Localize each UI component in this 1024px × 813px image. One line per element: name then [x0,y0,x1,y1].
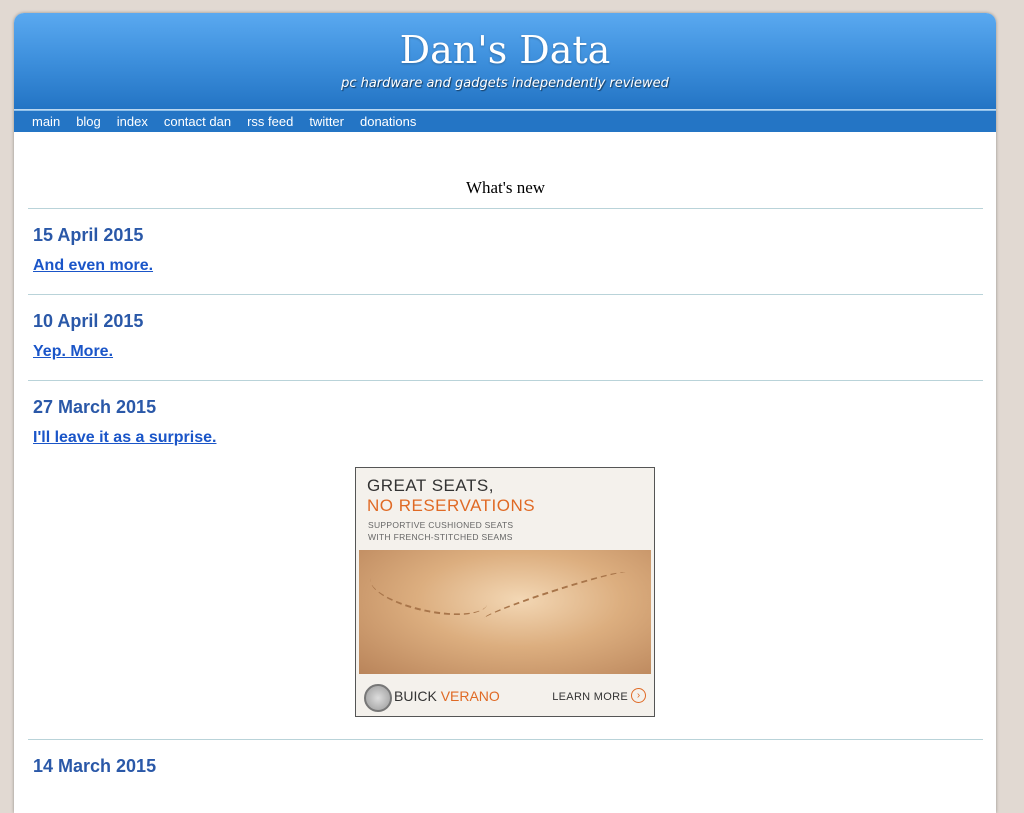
ad-model-name: VERANO [440,688,500,704]
entry-date: 14 March 2015 [33,756,157,776]
ad-seat-photo [359,550,651,674]
entry-date: 15 April 2015 [33,225,144,245]
nav-twitter[interactable]: twitter [309,114,344,129]
main-content: What's new 15 April 2015 And even more. … [28,132,983,813]
nav-blog[interactable]: blog [76,114,101,129]
site-tagline: pc hardware and gadgets independently re… [341,76,669,91]
site-header: Dan's Data pc hardware and gadgets indep… [14,13,996,110]
entry-link[interactable]: I'll leave it as a surprise. [33,429,216,447]
ad-subtext: SUPPORTIVE CUSHIONED SEATS WITH FRENCH-S… [368,519,568,543]
advertisement-banner[interactable]: GREAT SEATS, NO RESERVATIONS SUPPORTIVE … [355,467,655,717]
ad-headline-accent: NO RESERVATIONS [367,496,536,515]
ad-subtext-line: WITH FRENCH-STITCHED SEAMS [368,532,513,542]
nav-bar: main blog index contact dan rss feed twi… [14,110,996,132]
ad-brand: BUICK VERANO [394,688,500,704]
news-entry: 27 March 2015 I'll leave it as a surpris… [28,381,983,740]
ad-brand-name: BUICK [394,688,437,704]
nav-donations[interactable]: donations [360,114,416,129]
entry-link[interactable]: And even more. [33,257,153,275]
seat-seam [480,567,628,625]
buick-logo-icon [364,684,392,712]
nav-main[interactable]: main [32,114,60,129]
entry-date: 27 March 2015 [33,397,157,417]
nav-rss-feed[interactable]: rss feed [247,114,293,129]
site-title[interactable]: Dan's Data [14,28,996,72]
chevron-right-icon[interactable]: › [631,688,646,703]
news-entry: 14 March 2015 [28,740,983,813]
entry-link[interactable]: Yep. More. [33,343,113,361]
whats-new-heading: What's new [28,178,983,209]
news-entry: 10 April 2015 Yep. More. [28,295,983,381]
ad-learn-more[interactable]: LEARN MORE [552,691,628,703]
nav-contact-dan[interactable]: contact dan [164,114,231,129]
ad-subtext-line: SUPPORTIVE CUSHIONED SEATS [368,520,514,530]
nav-index[interactable]: index [117,114,148,129]
entry-date: 10 April 2015 [33,311,144,331]
seat-seam [365,557,493,625]
news-entry: 15 April 2015 And even more. [28,209,983,295]
ad-headline: GREAT SEATS, [367,476,494,495]
page-container: Dan's Data pc hardware and gadgets indep… [14,13,996,813]
